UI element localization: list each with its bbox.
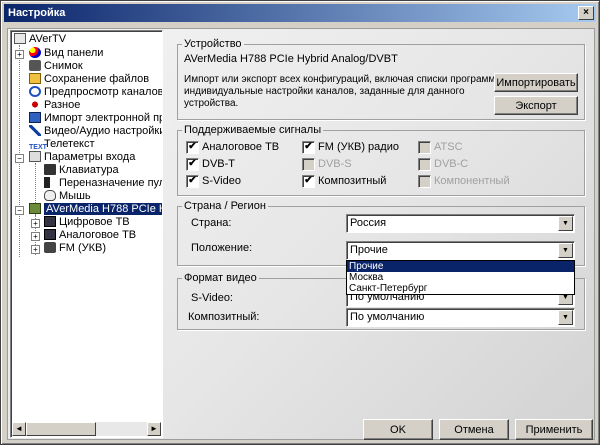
dvb-t-label: DVB-T xyxy=(202,158,235,170)
device-icon xyxy=(29,203,41,214)
device-description: индивидуальные настройки каналов, заданн… xyxy=(184,86,465,97)
tree-item-channel-preview[interactable]: Предпросмотр каналов xyxy=(29,86,162,99)
settings-tree: AVerTV + Вид панели Снимок Сохранение фа… xyxy=(10,30,163,438)
tree-expander[interactable]: + xyxy=(31,242,43,255)
apply-button[interactable]: Применить xyxy=(515,419,593,440)
settings-window: Настройка × AVerTV + Вид панели Снимок С… xyxy=(0,0,600,445)
folder-icon xyxy=(29,73,41,84)
video-format-group-legend: Формат видео xyxy=(184,272,257,284)
composite-format-value: По умолчанию xyxy=(350,311,425,323)
scroll-left-button[interactable]: ◄ xyxy=(12,422,26,436)
tree-item-digital-tv[interactable]: Цифровое ТВ xyxy=(44,216,130,229)
chevron-down-icon[interactable]: ▼ xyxy=(558,243,573,258)
location-label: Положение: xyxy=(191,242,253,254)
tree-expander[interactable]: + xyxy=(31,216,43,229)
ok-button[interactable]: OK xyxy=(363,419,433,440)
remote-icon xyxy=(44,177,50,188)
eye-icon xyxy=(29,86,41,97)
palette-icon xyxy=(29,47,41,58)
s-video-label: S-Video xyxy=(202,175,241,187)
close-button[interactable]: × xyxy=(578,6,594,20)
location-option[interactable]: Прочие xyxy=(347,261,574,272)
location-value: Прочие xyxy=(350,244,388,256)
title-bar: Настройка × xyxy=(4,4,596,22)
composite-label: Композитный xyxy=(318,175,387,187)
tree-expander[interactable]: + xyxy=(15,47,27,60)
tv-icon xyxy=(14,33,26,44)
mouse-icon xyxy=(44,190,56,201)
input-icon xyxy=(29,151,41,162)
tree-item-fm-radio[interactable]: FM (УКВ) xyxy=(44,242,106,255)
tree-expander[interactable]: − xyxy=(15,151,27,164)
tree-expander[interactable]: − xyxy=(15,203,27,216)
dvb-s-label: DVB-S xyxy=(318,158,352,170)
camera-icon xyxy=(29,60,41,71)
scroll-right-button[interactable]: ► xyxy=(147,422,161,436)
analog-tv-label: Аналоговое ТВ xyxy=(202,141,280,153)
tree-item-avertv[interactable]: AVerTV xyxy=(14,33,66,46)
tree-item-teletext[interactable]: TEXTТелетекст xyxy=(29,138,95,151)
analog-tv-icon xyxy=(44,229,56,240)
location-option[interactable]: Москва xyxy=(347,272,574,283)
analog-tv-checkbox[interactable]: ✔ xyxy=(186,141,199,154)
bullet-icon xyxy=(29,99,41,110)
keyboard-icon xyxy=(44,164,56,175)
tree-item-panel-view[interactable]: Вид панели xyxy=(29,47,103,60)
dvb-c-label: DVB-C xyxy=(434,158,469,170)
svideo-format-label: S-Video: xyxy=(191,292,233,304)
composite-format-label: Композитный: xyxy=(188,311,260,323)
scroll-thumb[interactable] xyxy=(26,422,96,436)
device-name: AVerMedia H788 PCIe Hybrid Analog/DVBT xyxy=(184,53,398,65)
dvb-c-checkbox xyxy=(418,158,431,171)
tree-item-remote-mapping[interactable]: Переназначение пульт xyxy=(44,177,162,190)
country-value: Россия xyxy=(350,217,387,229)
location-option[interactable]: Санкт-Петербург xyxy=(347,283,574,294)
tree-item-av-settings[interactable]: Видео/Аудио настройки xyxy=(29,125,162,138)
composite-format-select[interactable]: По умолчанию ▼ xyxy=(346,308,575,327)
digital-tv-icon xyxy=(44,216,56,227)
chevron-down-icon[interactable]: ▼ xyxy=(558,216,573,231)
import-button[interactable]: Импортировать xyxy=(494,73,578,92)
epg-icon xyxy=(29,112,41,123)
location-select[interactable]: Прочие ▼ xyxy=(346,241,575,260)
window-title: Настройка xyxy=(8,7,66,19)
fm-radio-checkbox[interactable]: ✔ xyxy=(302,141,315,154)
atsc-checkbox xyxy=(418,141,431,154)
region-group-legend: Страна / Регион xyxy=(184,200,266,212)
tree-item-analog-tv[interactable]: Аналоговое ТВ xyxy=(44,229,136,242)
tree-expander[interactable]: + xyxy=(31,229,43,242)
component-label: Компонентный xyxy=(434,175,510,187)
radio-icon xyxy=(44,242,56,253)
country-select[interactable]: Россия ▼ xyxy=(346,214,575,233)
dvb-s-checkbox xyxy=(302,158,315,171)
tree-item-device[interactable]: AVerMedia H788 PCIe Hybri xyxy=(29,203,162,216)
signals-group-legend: Поддерживаемые сигналы xyxy=(184,124,322,136)
tree-item-epg-import[interactable]: Импорт электронной прог xyxy=(29,112,162,125)
chevron-down-icon[interactable]: ▼ xyxy=(558,310,573,325)
dvb-t-checkbox[interactable]: ✔ xyxy=(186,158,199,171)
tree-item-misc[interactable]: Разное xyxy=(29,99,80,112)
component-checkbox xyxy=(418,175,431,188)
cancel-button[interactable]: Отмена xyxy=(439,419,509,440)
tools-icon xyxy=(29,125,41,136)
tree-item-input-params[interactable]: Параметры входа xyxy=(29,151,135,164)
tree-item-keyboard[interactable]: Клавиатура xyxy=(44,164,119,177)
country-label: Страна: xyxy=(191,217,232,229)
export-button[interactable]: Экспорт xyxy=(494,96,578,115)
device-description: Импорт или экспорт всех конфигураций, вк… xyxy=(184,74,504,85)
tree-item-snapshot[interactable]: Снимок xyxy=(29,60,83,73)
location-dropdown-list: Прочие Москва Санкт-Петербург xyxy=(346,260,575,295)
s-video-checkbox[interactable]: ✔ xyxy=(186,175,199,188)
device-group-legend: Устройство xyxy=(184,38,242,50)
tree-item-mouse[interactable]: Мышь xyxy=(44,190,91,203)
atsc-label: ATSC xyxy=(434,141,463,153)
tree-horizontal-scrollbar[interactable]: ◄ ► xyxy=(12,422,161,436)
composite-checkbox[interactable]: ✔ xyxy=(302,175,315,188)
fm-radio-label: FM (УКВ) радио xyxy=(318,141,399,153)
device-description: устройства. xyxy=(184,98,239,109)
tree-item-file-saving[interactable]: Сохранение файлов xyxy=(29,73,149,86)
